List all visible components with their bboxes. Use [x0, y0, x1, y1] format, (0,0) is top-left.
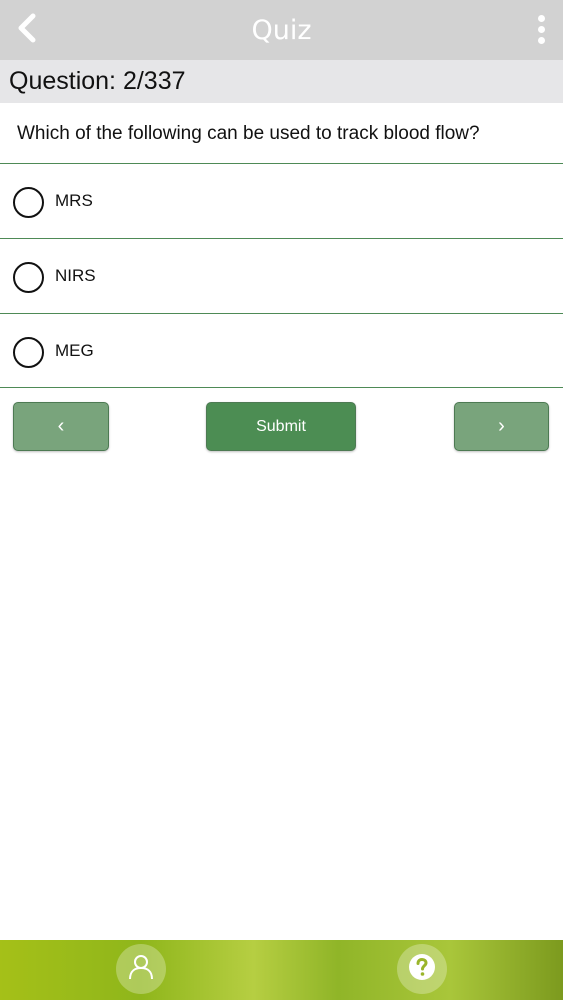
back-button[interactable]: [12, 13, 42, 47]
help-button[interactable]: [397, 944, 447, 994]
page-title: Quiz: [251, 15, 312, 46]
option-label: MEG: [55, 341, 94, 360]
answer-options: MRS NIRS MEG: [0, 163, 563, 388]
submit-button[interactable]: Submit: [206, 402, 356, 451]
more-menu-button[interactable]: [533, 12, 549, 46]
previous-button[interactable]: ‹: [13, 402, 109, 451]
radio-button[interactable]: [13, 262, 44, 293]
option-label: NIRS: [55, 266, 96, 285]
user-icon: [128, 954, 154, 985]
help-circle-icon: [408, 953, 436, 986]
chevron-left-icon: [16, 13, 38, 48]
answer-option[interactable]: MRS: [0, 163, 563, 238]
profile-button[interactable]: [116, 944, 166, 994]
next-button[interactable]: ›: [454, 402, 549, 451]
radio-button[interactable]: [13, 337, 44, 368]
answer-option[interactable]: NIRS: [0, 238, 563, 313]
option-label: MRS: [55, 191, 93, 210]
more-vertical-icon: [537, 14, 545, 22]
app-bar: Quiz: [0, 0, 563, 60]
question-counter: Question: 2/337: [9, 67, 186, 95]
radio-button[interactable]: [13, 187, 44, 218]
bottom-nav: [0, 940, 563, 1000]
question-text: Which of the following can be used to tr…: [17, 123, 480, 144]
quiz-controls: ‹ Submit ›: [0, 402, 563, 452]
question-bar: Question: 2/337: [0, 60, 563, 103]
answer-option[interactable]: MEG: [0, 313, 563, 388]
